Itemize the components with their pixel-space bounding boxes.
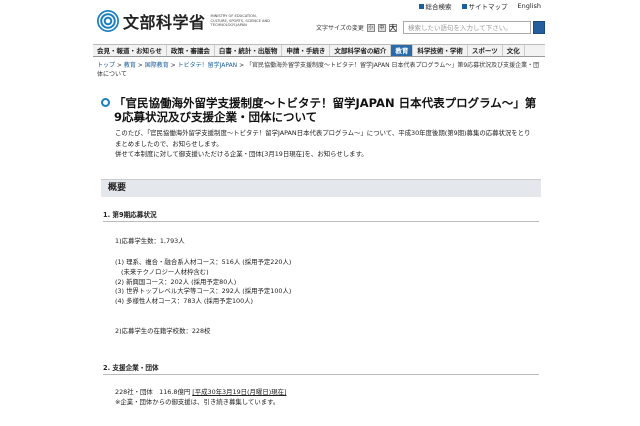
nav-science[interactable]: 科学技術・学術	[413, 45, 468, 56]
search-button[interactable]	[533, 21, 545, 34]
utility-links: 総合検索 サイトマップ English	[418, 1, 541, 11]
sitemap-icon	[461, 3, 467, 9]
mext-logo[interactable]: 文部科学省 MINISTRY OF EDUCATION, CULTURE, SP…	[97, 9, 271, 33]
course-item: (4) 多様性人材コース：783人 (採用予定100人)	[115, 297, 254, 306]
font-size-control: 文字サイズの変更 小 中 大	[316, 23, 397, 32]
sitemap-link[interactable]: サイトマップ	[461, 1, 508, 11]
course-item: (2) 新興国コース：202人 (採用予定80人)	[115, 277, 237, 286]
intro-text: このたび、「官民協働海外留学支援制度～トビタテ！留学JAPAN日本代表プログラム…	[115, 128, 535, 160]
support-summary: 228社・団体 116.8億円 [平成30年3月19日(月曜日)現在] ※企業・…	[115, 388, 535, 408]
page: 文部科学省 MINISTRY OF EDUCATION, CULTURE, SP…	[93, 0, 545, 426]
global-nav: 会見・報道・お知らせ 政策・審議会 白書・統計・出版物 申請・手続き 文部科学省…	[93, 44, 545, 57]
subheading-applications: 1. 第9期応募状況	[103, 209, 539, 222]
breadcrumb-education[interactable]: 教育	[124, 62, 136, 69]
breadcrumb-top[interactable]: トップ	[97, 62, 115, 69]
course-item-note: (未来テクノロジー人材枠含む)	[121, 267, 209, 276]
general-search-link[interactable]: 総合検索	[418, 1, 452, 11]
search-input[interactable]: 検索したい語句を入力して下さい。	[403, 21, 531, 34]
breadcrumb-tobitate[interactable]: トビタテ！留学JAPAN	[178, 62, 238, 69]
support-count-line: 228社・団体 116.8億円 [平成30年3月19日(月曜日)現在]	[115, 388, 535, 398]
font-size-label: 文字サイズの変更	[316, 25, 364, 32]
intro-line-2: 併せて本制度に対して御支援いただける企業・団体[3月19日現在]を、お知らせしま…	[115, 150, 368, 158]
nav-policy[interactable]: 政策・審議会	[167, 45, 215, 56]
support-note: ※企業・団体からの御支援は、引き続き募集しています。	[115, 397, 280, 406]
search-link-icon	[418, 3, 424, 9]
mext-logo-icon	[97, 10, 119, 32]
site-header: 文部科学省 MINISTRY OF EDUCATION, CULTURE, SP…	[93, 0, 545, 44]
course-item: (3) 世界トップレベル大学等コース：292人 (採用予定100人)	[115, 287, 292, 296]
school-count: 2)応募学生の在籍学校数：228校	[115, 327, 211, 335]
font-large-button[interactable]: 大	[388, 23, 397, 32]
english-link[interactable]: English	[518, 1, 541, 11]
breadcrumb-intl[interactable]: 国際教育	[145, 62, 169, 69]
logo-subtext: MINISTRY OF EDUCATION, CULTURE, SPORTS, …	[210, 14, 270, 28]
section-heading: 概要	[101, 179, 541, 197]
support-count: 228社・団体 116.8億円	[115, 388, 193, 396]
nav-news[interactable]: 会見・報道・お知らせ	[93, 45, 167, 56]
nav-whitepaper[interactable]: 白書・統計・出版物	[215, 45, 283, 56]
breadcrumb: トップ > 教育 > 国際教育 > トビタテ！留学JAPAN > 「官民協働海外…	[97, 62, 540, 78]
page-title: 「官民協働海外留学支援制度～トビタテ！留学JAPAN 日本代表プログラム～」第9…	[114, 96, 537, 124]
title-bullet-icon	[101, 98, 110, 107]
nav-education[interactable]: 教育	[391, 45, 414, 56]
nav-sports[interactable]: スポーツ	[468, 45, 503, 56]
logo-text: 文部科学省	[123, 13, 206, 32]
font-small-button[interactable]: 小	[366, 23, 375, 32]
page-title-row: 「官民協働海外留学支援制度～トビタテ！留学JAPAN 日本代表プログラム～」第9…	[101, 96, 541, 124]
subheading-supporters: 2. 支援企業・団体	[103, 362, 539, 375]
nav-about[interactable]: 文部科学省の紹介	[330, 45, 392, 56]
course-item: (1) 理系、複合・融合系人材コース：516人 (採用予定220人)	[115, 258, 292, 266]
nav-culture[interactable]: 文化	[503, 45, 525, 56]
support-date: [平成30年3月19日(月曜日)現在]	[192, 388, 287, 396]
course-list: (1) 理系、複合・融合系人材コース：516人 (採用予定220人) (未来テク…	[115, 258, 535, 307]
nav-application[interactable]: 申請・手続き	[282, 45, 331, 56]
font-medium-button[interactable]: 中	[377, 23, 386, 32]
applicant-count: 1)応募学生数：1,793人	[115, 237, 185, 245]
intro-line-1: このたび、「官民協働海外留学支援制度～トビタテ！留学JAPAN日本代表プログラム…	[115, 129, 531, 148]
